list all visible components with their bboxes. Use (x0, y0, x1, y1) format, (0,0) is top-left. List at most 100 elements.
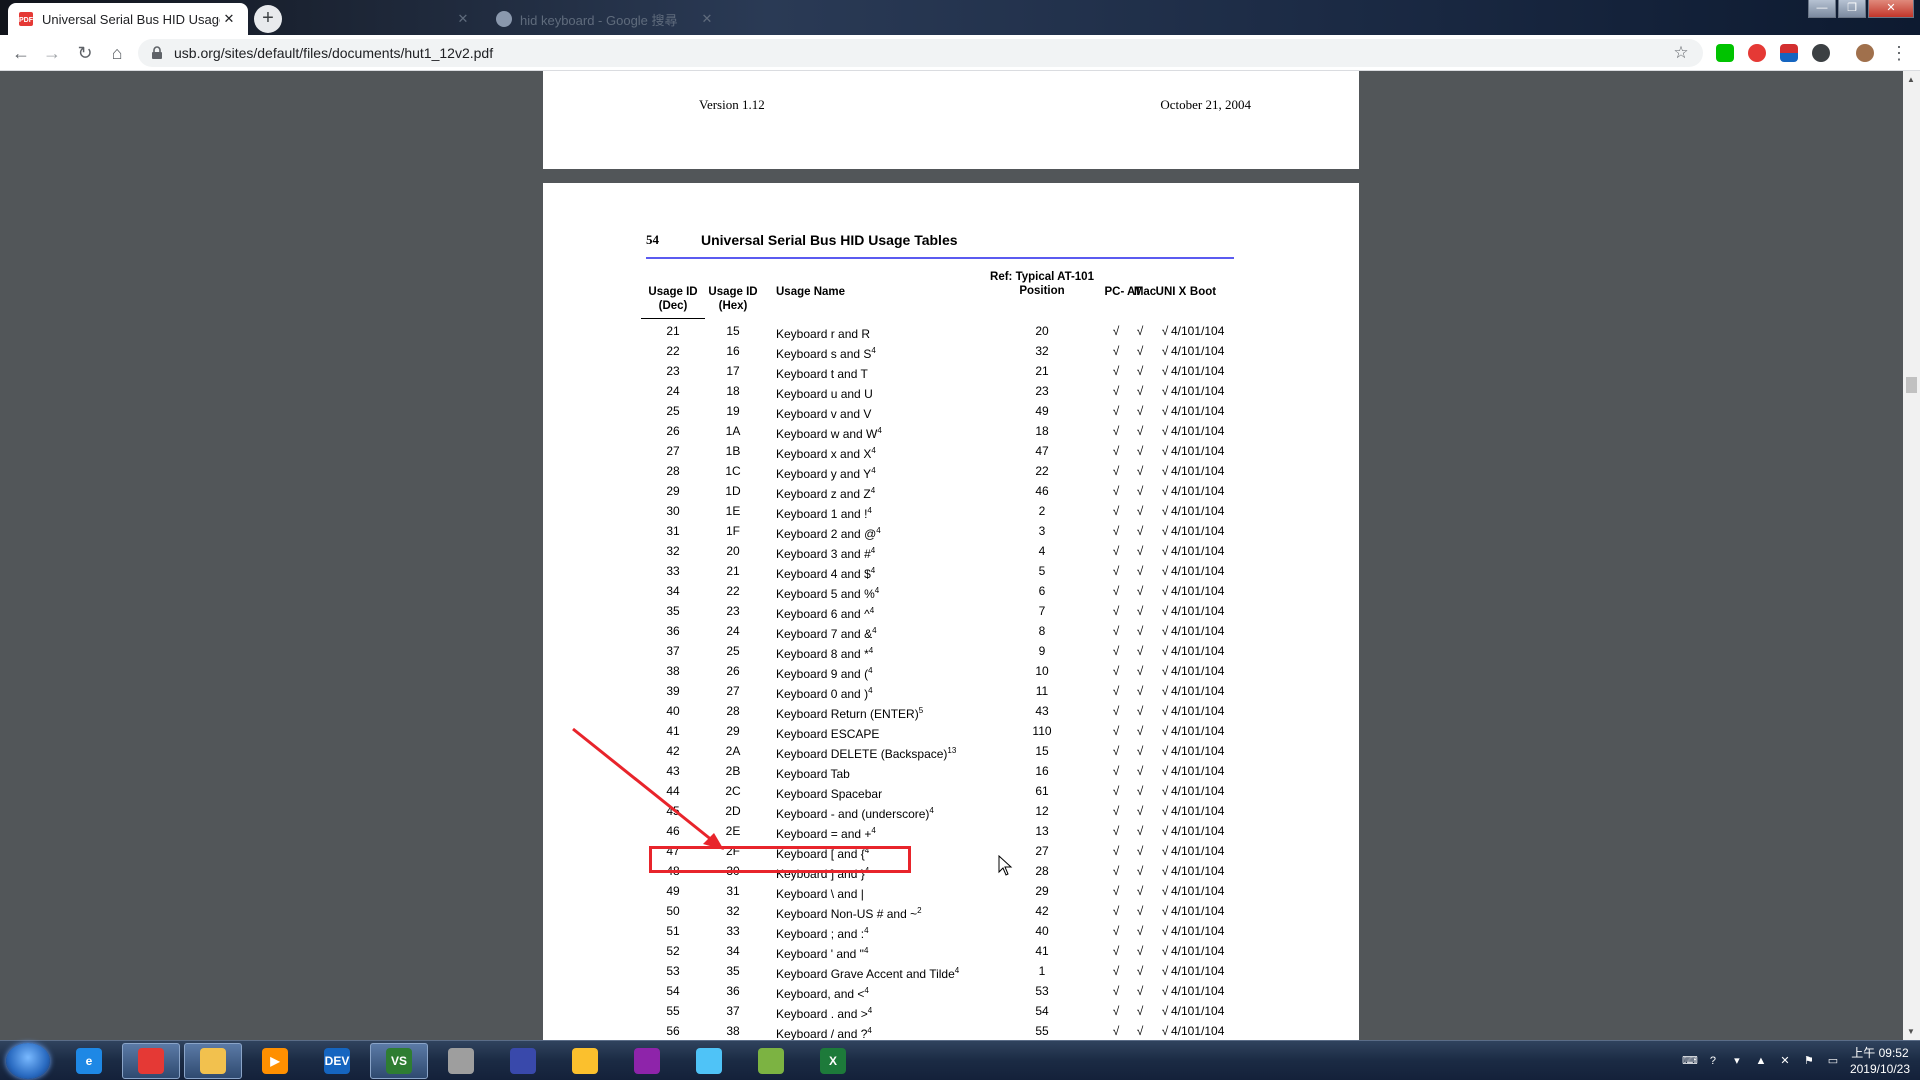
boot-value: 4/101/104 (1171, 644, 1225, 658)
action-center-flag-icon[interactable]: ⚑ (1802, 1054, 1816, 1068)
usage-name: Keyboard / and ?4 (776, 1021, 872, 1040)
maximize-button[interactable]: ❐ (1838, 0, 1866, 18)
chrome-icon (138, 1048, 164, 1074)
taskbar-chrome-button[interactable] (122, 1043, 180, 1079)
close-window-button[interactable]: ✕ (1868, 0, 1914, 18)
reload-icon[interactable]: ↻ (73, 41, 97, 65)
taskbar-internet-explorer-button[interactable]: e (60, 1043, 118, 1079)
tab-hid-usage-tables[interactable]: PDF Universal Serial Bus HID Usage ✕ (8, 3, 248, 35)
taskbar-network-tool-button[interactable] (556, 1043, 614, 1079)
ref-position: 29 (1035, 884, 1049, 898)
taskbar-media-player-button[interactable]: ▶ (246, 1043, 304, 1079)
close-tab-icon[interactable]: ✕ (220, 11, 238, 27)
unix-check: √ (1161, 804, 1169, 818)
boot-value: 4/101/104 (1171, 484, 1225, 498)
pc-at-check: √ (1112, 724, 1120, 738)
url-text[interactable]: usb.org/sites/default/files/documents/hu… (174, 45, 1671, 61)
scroll-up-arrow-icon[interactable]: ▲ (1907, 75, 1915, 84)
table-row: 54 36 Keyboard, and <4 53 √ √ √ 4/101/104 (543, 981, 1359, 1001)
kebab-menu-icon[interactable]: ⋮ (1890, 43, 1908, 64)
mac-check: √ (1136, 704, 1144, 718)
usage-id-dec: 50 (666, 904, 680, 918)
scroll-thumb[interactable] (1906, 377, 1917, 393)
ref-position: 53 (1035, 984, 1049, 998)
taskbar-devcpp-button[interactable]: DEV (308, 1043, 366, 1079)
usage-name-text: Keyboard u and U (776, 387, 873, 401)
unix-check: √ (1161, 524, 1169, 538)
profile-avatar[interactable] (1856, 44, 1874, 62)
usage-id-hex: 19 (726, 404, 740, 418)
table-row: 49 31 Keyboard \ and | 29 √ √ √ 4/101/104 (543, 881, 1359, 901)
boot-value: 4/101/104 (1171, 444, 1225, 458)
ref-position: 54 (1035, 1004, 1049, 1018)
taskbar-excel-button[interactable]: X (804, 1043, 862, 1079)
boot-value: 4/101/104 (1171, 504, 1225, 518)
pc-at-check: √ (1112, 764, 1120, 778)
footnote-ref: 4 (870, 566, 876, 575)
mouse-cursor-icon (998, 855, 1013, 876)
unix-check: √ (1161, 744, 1169, 758)
clock[interactable]: 上午 09:52 2019/10/23 (1850, 1045, 1910, 1077)
unix-check: √ (1161, 444, 1169, 458)
start-button[interactable] (6, 1043, 50, 1079)
footnote-ref: 13 (947, 746, 957, 755)
mac-check: √ (1136, 404, 1144, 418)
unix-check: √ (1161, 844, 1169, 858)
minimize-button[interactable]: — (1808, 0, 1836, 18)
footnote-ref: 2 (917, 906, 922, 915)
taskbar-vpn-client-button[interactable] (494, 1043, 552, 1079)
grammarly-extension-icon[interactable] (1748, 44, 1766, 62)
taskbar-chart-tool-button[interactable] (742, 1043, 800, 1079)
tab-blurred[interactable]: ✕ (282, 3, 482, 35)
network-icon[interactable]: ▭ (1826, 1054, 1840, 1068)
boot-value: 4/101/104 (1171, 664, 1225, 678)
usage-id-dec: 55 (666, 1004, 680, 1018)
address-bar[interactable]: usb.org/sites/default/files/documents/hu… (138, 39, 1703, 67)
volume-muted-icon[interactable]: ✕ (1778, 1054, 1792, 1068)
download-extension-icon[interactable] (1812, 44, 1830, 62)
footnote-ref: 5 (918, 706, 924, 715)
usage-id-dec: 21 (666, 324, 680, 338)
new-tab-button[interactable]: + (254, 5, 282, 33)
pc-at-check: √ (1112, 584, 1120, 598)
keyboard-icon[interactable]: ⌨ (1682, 1054, 1698, 1068)
boot-value: 4/101/104 (1171, 1004, 1225, 1018)
mac-check: √ (1136, 324, 1144, 338)
unix-check: √ (1161, 324, 1169, 338)
usage-id-dec: 22 (666, 344, 680, 358)
header-underline (641, 318, 705, 319)
scroll-down-arrow-icon[interactable]: ▼ (1907, 1027, 1915, 1036)
bookmark-star-icon[interactable]: ☆ (1671, 43, 1691, 63)
taskbar-file-explorer-button[interactable] (184, 1043, 242, 1079)
taskbar-virtualbox-button[interactable] (432, 1043, 490, 1079)
forward-arrow-icon[interactable]: → (40, 41, 64, 65)
boot-value: 4/101/104 (1171, 844, 1225, 858)
footnote-ref: 4 (871, 466, 876, 475)
back-arrow-icon[interactable]: ← (9, 41, 33, 65)
boot-value: 4/101/104 (1171, 984, 1225, 998)
devcpp-icon: DEV (324, 1048, 350, 1074)
boot-value: 4/101/104 (1171, 824, 1225, 838)
taskbar-visual-studio-button[interactable]: VS (370, 1043, 428, 1079)
pdf-viewer[interactable]: Version 1.12 October 21, 2004 54 Univers… (0, 71, 1920, 1040)
help-icon[interactable]: ? (1706, 1054, 1720, 1068)
translate-extension-icon[interactable] (1780, 44, 1798, 62)
pc-at-check: √ (1112, 804, 1120, 818)
line-extension-icon[interactable] (1716, 44, 1734, 62)
taskbar-notes-button[interactable] (680, 1043, 738, 1079)
table-row: 33 21 Keyboard 4 and $4 5 √ √ √ 4/101/104 (543, 561, 1359, 581)
close-tab-icon[interactable]: ✕ (698, 11, 716, 27)
input-method-icon[interactable]: ▾ (1730, 1054, 1744, 1068)
tab-google-search[interactable]: hid keyboard - Google 搜尋 ✕ (486, 3, 726, 35)
home-icon[interactable]: ⌂ (105, 41, 129, 65)
vertical-scrollbar[interactable]: ▲ ▼ (1903, 71, 1920, 1040)
show-hidden-icons-icon[interactable]: ▲ (1754, 1054, 1768, 1068)
boot-value: 4/101/104 (1171, 904, 1225, 918)
browser-toolbar: ← → ↻ ⌂ usb.org/sites/default/files/docu… (0, 35, 1920, 71)
usage-name-text: Keyboard Non-US # and ~ (776, 907, 918, 921)
pdf-favicon-icon: PDF (19, 12, 34, 26)
taskbar-paint-button[interactable] (618, 1043, 676, 1079)
close-tab-icon[interactable]: ✕ (454, 11, 472, 27)
usage-name-text: Keyboard Return (ENTER) (776, 707, 919, 721)
header-usage-id-hex: Usage ID (Hex) (708, 286, 758, 312)
